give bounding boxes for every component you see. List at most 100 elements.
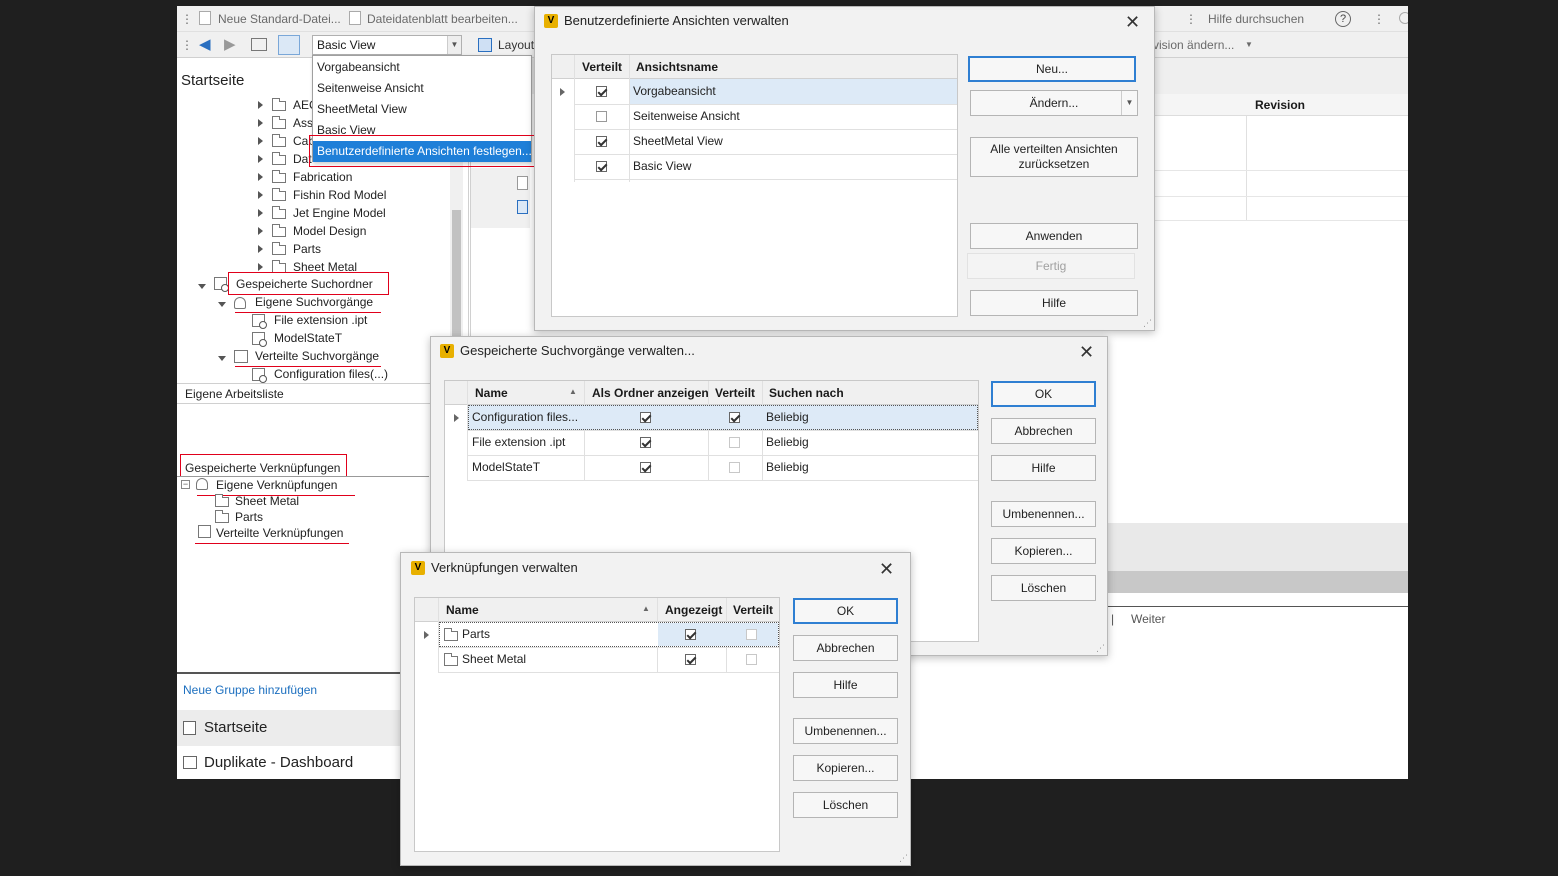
show-as-folder-checkbox[interactable]	[640, 412, 651, 423]
chevron-down-icon[interactable]: ▼	[1121, 91, 1137, 115]
view-name-cell[interactable]: SheetMetal View	[633, 129, 723, 154]
link-name-cell[interactable]: Sheet Metal	[462, 647, 526, 672]
chevron-down-icon[interactable]: ▼	[447, 36, 461, 54]
own-searches-node[interactable]: Eigene Suchvorgänge	[255, 293, 373, 311]
copy-button[interactable]: Kopieren...	[793, 755, 898, 781]
folder-node[interactable]: Ass	[293, 114, 313, 132]
revision-column-header[interactable]: Revision	[1255, 98, 1305, 112]
shared-checkbox[interactable]	[746, 654, 757, 665]
shared-checkbox[interactable]	[729, 412, 740, 423]
ok-button[interactable]: OK	[793, 598, 898, 624]
revision-change-button[interactable]: vision ändern...	[1153, 38, 1234, 52]
search-name-cell[interactable]: Configuration files...	[472, 405, 578, 430]
shown-checkbox[interactable]	[685, 654, 696, 665]
help-button[interactable]: Hilfe	[991, 455, 1096, 481]
search-for-cell[interactable]: Beliebig	[766, 455, 809, 480]
apply-button[interactable]: Anwenden	[970, 223, 1138, 249]
view-name-cell[interactable]: Seitenweise Ansicht	[633, 104, 740, 129]
show-as-folder-checkbox[interactable]	[640, 437, 651, 448]
folder-node[interactable]: Model Design	[293, 222, 366, 240]
layout-button[interactable]: Layout	[498, 38, 534, 52]
layout-pane-icon[interactable]	[278, 35, 300, 55]
forward-arrow-icon[interactable]: ▶	[224, 37, 236, 52]
worklist-header[interactable]: Eigene Arbeitsliste	[185, 385, 284, 403]
column-header-name[interactable]: Name	[446, 603, 479, 617]
custom-views-grid[interactable]: Verteilt Ansichtsname Vorgabeansicht Seit…	[551, 54, 958, 317]
menu-item-page-view[interactable]: Seitenweise Ansicht	[313, 78, 531, 99]
shared-checkbox[interactable]	[596, 86, 607, 97]
resize-grip-icon[interactable]: ⋰	[1143, 318, 1152, 329]
reset-shared-views-button[interactable]: Alle verteilten Ansichten zurücksetzen	[970, 137, 1138, 177]
help-button[interactable]: Hilfe	[793, 672, 898, 698]
search-item-configuration[interactable]: Configuration files(...)	[274, 365, 388, 383]
expand-folder-icon[interactable]	[258, 155, 263, 163]
change-view-button[interactable]: Ändern... ▼	[970, 90, 1138, 116]
column-header-show-as-folder[interactable]: Als Ordner anzeigen	[592, 386, 709, 400]
expand-saved-searches-icon[interactable]	[198, 284, 206, 289]
new-std-file-button[interactable]: Neue Standard-Datei...	[218, 12, 341, 26]
delete-button[interactable]: Löschen	[793, 792, 898, 818]
folder-up-icon[interactable]	[251, 38, 267, 51]
close-icon[interactable]: ✕	[879, 560, 894, 578]
view-name-cell[interactable]: Basic View	[633, 154, 691, 179]
folder-node[interactable]: Parts	[293, 240, 321, 258]
search-name-cell[interactable]: ModelStateT	[472, 455, 540, 480]
nav-scrollbar-thumb[interactable]	[452, 210, 461, 340]
shared-checkbox[interactable]	[596, 161, 607, 172]
expand-shared-searches-icon[interactable]	[218, 356, 226, 361]
folder-node[interactable]: Jet Engine Model	[293, 204, 386, 222]
menu-item-default-view[interactable]: Vorgabeansicht	[313, 57, 531, 78]
expand-folder-icon[interactable]	[258, 245, 263, 253]
expand-folder-icon[interactable]	[258, 191, 263, 199]
user-icon[interactable]	[1399, 12, 1408, 24]
file-icon[interactable]	[517, 176, 528, 190]
copy-button[interactable]: Kopieren...	[991, 538, 1096, 564]
show-as-folder-checkbox[interactable]	[640, 462, 651, 473]
view-combobox[interactable]: Basic View ▼	[312, 35, 462, 55]
tab-duplicates-dashboard[interactable]: Duplikate - Dashboard	[177, 746, 429, 779]
revision-dropdown-chevron-icon[interactable]: ▼	[1245, 38, 1253, 52]
column-header-shown[interactable]: Angezeigt	[665, 603, 722, 617]
expand-folder-icon[interactable]	[258, 173, 263, 181]
shared-checkbox[interactable]	[596, 111, 607, 122]
rename-button[interactable]: Umbenennen...	[991, 501, 1096, 527]
rename-button[interactable]: Umbenennen...	[793, 718, 898, 744]
search-for-cell[interactable]: Beliebig	[766, 405, 809, 430]
close-icon[interactable]: ✕	[1079, 343, 1094, 361]
cancel-button[interactable]: Abbrechen	[991, 418, 1096, 444]
shared-checkbox[interactable]	[746, 629, 757, 640]
shared-searches-node[interactable]: Verteilte Suchvorgänge	[255, 347, 379, 365]
tab-startseite[interactable]: Startseite	[177, 710, 429, 746]
back-arrow-icon[interactable]: ◀	[199, 37, 211, 52]
expand-folder-icon[interactable]	[258, 227, 263, 235]
expand-folder-icon[interactable]	[258, 137, 263, 145]
add-group-link[interactable]: Neue Gruppe hinzufügen	[183, 681, 317, 699]
search-name-cell[interactable]: File extension .ipt	[472, 430, 565, 455]
collapse-icon[interactable]: −	[181, 480, 190, 489]
expand-folder-icon[interactable]	[258, 101, 263, 109]
search-item-file-extension[interactable]: File extension .ipt	[274, 311, 367, 329]
expand-folder-icon[interactable]	[258, 263, 263, 271]
resize-grip-icon[interactable]: ⋰	[1096, 643, 1105, 654]
links-grid[interactable]: Name ▲ Angezeigt Verteilt Parts Sheet Met…	[414, 597, 780, 852]
help-button[interactable]: Hilfe	[970, 290, 1138, 316]
expand-folder-icon[interactable]	[258, 119, 263, 127]
search-item-modelstate[interactable]: ModelStateT	[274, 329, 342, 347]
column-header-name[interactable]: Name	[475, 386, 508, 400]
shared-checkbox[interactable]	[729, 437, 740, 448]
shown-checkbox[interactable]	[685, 629, 696, 640]
expand-own-searches-icon[interactable]	[218, 302, 226, 307]
view-name-cell[interactable]: Vorgabeansicht	[633, 79, 716, 104]
expand-folder-icon[interactable]	[258, 209, 263, 217]
edit-datasheet-button[interactable]: Dateidatenblatt bearbeiten...	[367, 12, 518, 26]
folder-node[interactable]: Fabrication	[293, 168, 352, 186]
shared-checkbox[interactable]	[729, 462, 740, 473]
delete-button[interactable]: Löschen	[991, 575, 1096, 601]
column-header-shared[interactable]: Verteilt	[582, 60, 622, 74]
shared-links-node[interactable]: Verteilte Verknüpfungen	[216, 524, 343, 542]
search-for-cell[interactable]: Beliebig	[766, 430, 809, 455]
pager-next-button[interactable]: Weiter	[1131, 612, 1165, 626]
resize-grip-icon[interactable]: ⋰	[899, 853, 908, 864]
column-header-view-name[interactable]: Ansichtsname	[636, 60, 718, 74]
link-name-cell[interactable]: Parts	[462, 622, 490, 647]
